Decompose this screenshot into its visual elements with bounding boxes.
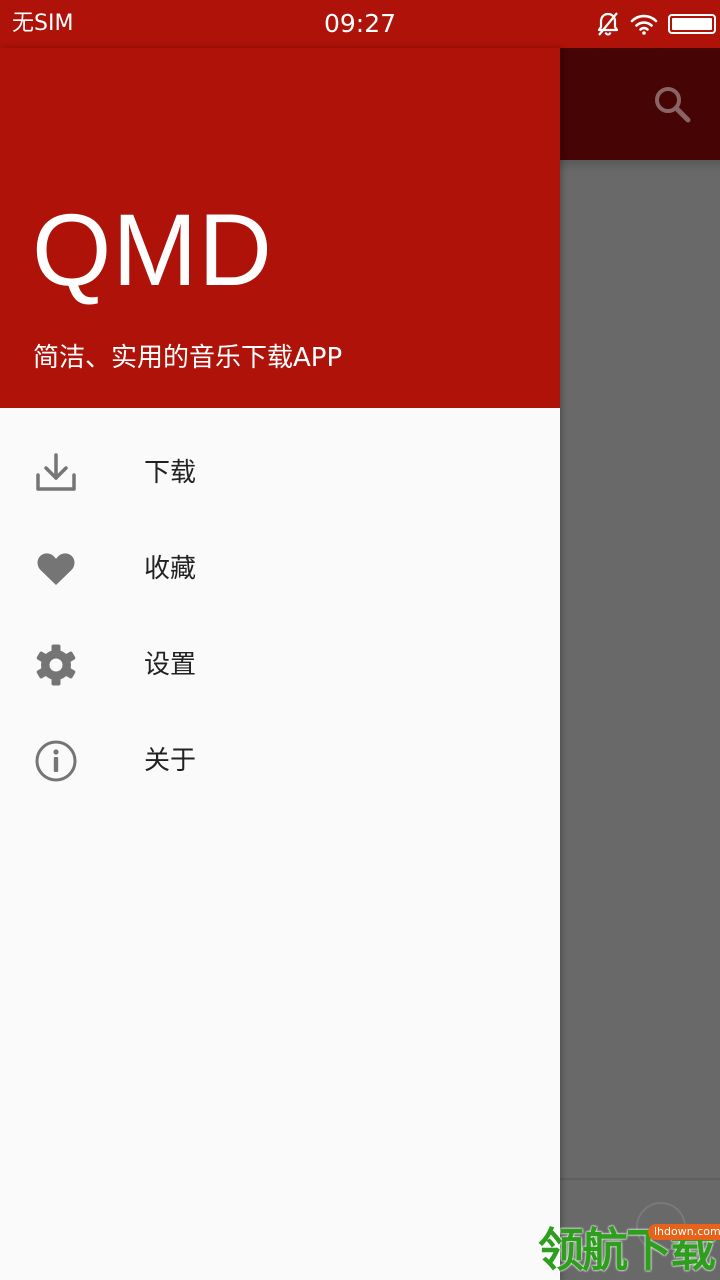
navigation-drawer: QMD 简洁、实用的音乐下载APP 下载 收藏 设置 关于 bbox=[0, 48, 560, 1280]
menu-label-settings: 设置 bbox=[144, 650, 197, 680]
gear-icon bbox=[34, 643, 78, 687]
download-icon bbox=[34, 451, 78, 495]
app-subtitle: 简洁、实用的音乐下载APP bbox=[33, 343, 343, 373]
screen: 无SIM 09:27 QMD 简洁、实用的音乐下载APP 下载 收藏 设置 关于… bbox=[0, 0, 720, 1280]
menu-item-settings[interactable]: 设置 bbox=[0, 617, 560, 713]
toolbar-shadow bbox=[560, 160, 720, 172]
wifi-icon bbox=[630, 14, 658, 35]
info-icon bbox=[34, 739, 78, 783]
heart-icon bbox=[34, 547, 78, 591]
app-title: QMD bbox=[32, 193, 273, 307]
search-button[interactable] bbox=[648, 80, 696, 128]
menu-label-download: 下载 bbox=[144, 458, 197, 488]
status-icons bbox=[596, 10, 716, 38]
drawer-menu: 下载 收藏 设置 关于 bbox=[0, 425, 560, 809]
menu-item-favorites[interactable]: 收藏 bbox=[0, 521, 560, 617]
app-content-scrim[interactable] bbox=[560, 160, 720, 1280]
drawer-header: QMD 简洁、实用的音乐下载APP bbox=[0, 48, 560, 408]
bottom-bar-divider bbox=[560, 1178, 720, 1180]
watermark-badge: lhdown.com bbox=[648, 1224, 720, 1240]
battery-indicator bbox=[668, 14, 716, 34]
search-icon bbox=[655, 87, 691, 123]
watermark: 领航下载 lhdown.com bbox=[538, 1214, 720, 1280]
menu-item-download[interactable]: 下载 bbox=[0, 425, 560, 521]
battery-icon bbox=[668, 14, 716, 34]
menu-label-about: 关于 bbox=[144, 746, 197, 776]
status-bar: 无SIM 09:27 bbox=[0, 0, 720, 48]
bell-off-icon bbox=[597, 12, 619, 36]
menu-label-favorites: 收藏 bbox=[144, 554, 197, 584]
menu-item-about[interactable]: 关于 bbox=[0, 713, 560, 809]
app-toolbar bbox=[560, 48, 720, 160]
